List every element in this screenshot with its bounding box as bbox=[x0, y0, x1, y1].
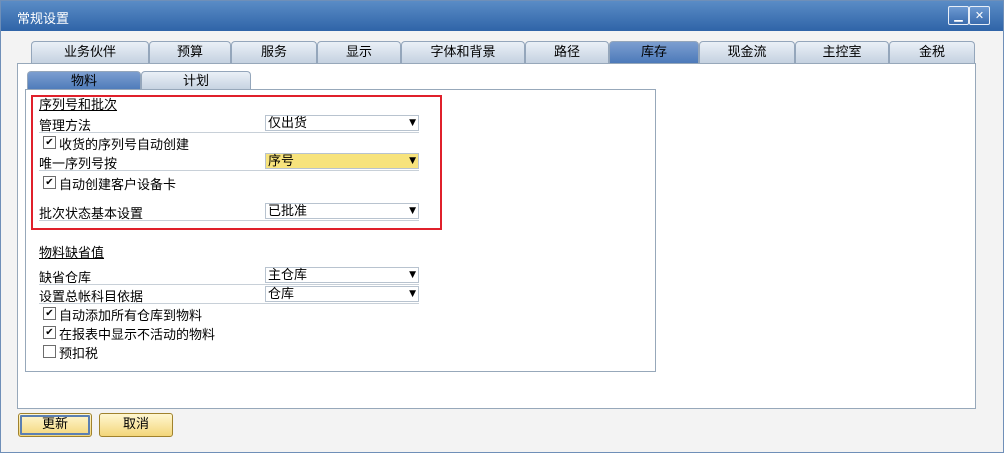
divider bbox=[39, 303, 419, 304]
close-icon[interactable]: ✕ bbox=[969, 6, 990, 25]
gl-account-dropdown[interactable]: 仓库 ▼ bbox=[265, 286, 419, 302]
tab-path[interactable]: 路径 bbox=[525, 41, 609, 64]
auto-add-warehouses-label: 自动添加所有仓库到物料 bbox=[59, 309, 203, 324]
settings-window: 常规设置 ▁ ✕ 业务伙伴 预算 服务 显示 字体和背景 路径 库存 现金流 主… bbox=[0, 0, 1004, 453]
item-defaults-section-title: 物料缺省值 bbox=[39, 246, 105, 261]
default-warehouse-dropdown[interactable]: 主仓库 ▼ bbox=[265, 267, 419, 283]
tab-cash-flow[interactable]: 现金流 bbox=[699, 41, 795, 64]
tab-display[interactable]: 显示 bbox=[317, 41, 401, 64]
divider bbox=[39, 284, 419, 285]
withholding-label: 预扣税 bbox=[59, 347, 99, 362]
tab-budget[interactable]: 预算 bbox=[149, 41, 231, 64]
auto-add-warehouses-checkbox[interactable]: ✔ bbox=[43, 307, 56, 320]
subtab-planning[interactable]: 计划 bbox=[141, 71, 251, 91]
withholding-checkbox[interactable] bbox=[43, 345, 56, 358]
tab-cockpit[interactable]: 主控室 bbox=[795, 41, 889, 64]
show-inactive-label: 在报表中显示不活动的物料 bbox=[59, 328, 216, 343]
update-button[interactable]: 更新 bbox=[18, 413, 92, 437]
tab-font-background[interactable]: 字体和背景 bbox=[401, 41, 525, 64]
chevron-down-icon: ▼ bbox=[409, 289, 416, 299]
tab-golden-tax[interactable]: 金税 bbox=[889, 41, 975, 64]
show-inactive-checkbox[interactable]: ✔ bbox=[43, 326, 56, 339]
chevron-down-icon: ▼ bbox=[409, 270, 416, 280]
minimize-icon[interactable]: ▁ bbox=[948, 6, 969, 25]
subtab-items[interactable]: 物料 bbox=[27, 71, 141, 91]
tab-inventory[interactable]: 库存 bbox=[609, 41, 699, 64]
window-title: 常规设置 bbox=[17, 12, 70, 27]
gl-account-value: 仓库 bbox=[268, 287, 295, 302]
highlight-box bbox=[31, 95, 442, 230]
default-warehouse-value: 主仓库 bbox=[268, 268, 308, 283]
tab-service[interactable]: 服务 bbox=[231, 41, 317, 64]
tab-business-partner[interactable]: 业务伙伴 bbox=[31, 41, 149, 64]
title-bar: 常规设置 ▁ ✕ bbox=[1, 1, 1003, 31]
cancel-button[interactable]: 取消 bbox=[99, 413, 173, 437]
